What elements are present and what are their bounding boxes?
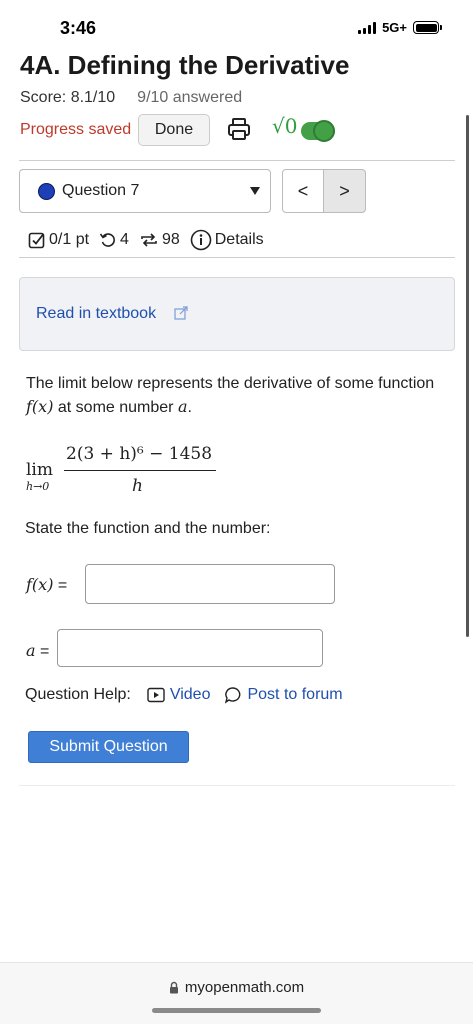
previous-question-button[interactable]: <: [282, 169, 324, 213]
battery-icon: [413, 21, 442, 34]
url-display[interactable]: myopenmath.com: [0, 979, 473, 996]
status-time: 3:46: [60, 18, 97, 38]
question-details-row: 0/1 pt 4 98 Details: [28, 229, 274, 251]
question-help-label: Question Help:: [25, 686, 131, 703]
a-label: a =: [26, 641, 50, 660]
limit-expression: lim h→0 2(3 + h)⁶ − 1458 h: [24, 442, 224, 502]
assignment-title: 4A. Defining the Derivative: [20, 50, 350, 80]
answered-count: 9/10 answered: [137, 89, 243, 106]
fx-label: f(x) =: [26, 575, 68, 594]
lim-subscript: h→0: [26, 480, 50, 493]
retries-count: 4: [120, 231, 129, 248]
score-text: Score: 8.1/10: [20, 89, 116, 106]
url-text: myopenmath.com: [184, 979, 305, 996]
fraction-bar: [64, 470, 216, 471]
info-icon: [190, 229, 212, 251]
status-indicators: 5G+: [358, 20, 442, 35]
details-link[interactable]: Details: [190, 229, 264, 251]
math-toggle[interactable]: [301, 120, 335, 142]
signal-icon: [358, 21, 377, 34]
status-bar: 3:46 5G+: [0, 0, 473, 52]
scrollbar[interactable]: [466, 115, 469, 637]
external-link-icon: [174, 306, 188, 320]
video-link[interactable]: Video: [147, 686, 210, 704]
details-label: Details: [214, 231, 264, 248]
a-answer-input[interactable]: [57, 629, 323, 667]
home-indicator[interactable]: [152, 1008, 321, 1013]
question-prompt: The limit below represents the derivativ…: [26, 375, 435, 416]
browser-address-bar[interactable]: myopenmath.com: [0, 962, 473, 1024]
lock-icon: [169, 981, 178, 994]
next-question-button[interactable]: >: [324, 169, 366, 213]
question-select[interactable]: Question 7: [19, 169, 271, 213]
fx-answer-input[interactable]: [85, 564, 335, 604]
submit-question-button[interactable]: Submit Question: [28, 731, 189, 763]
points-item: 0/1 pt: [28, 231, 89, 249]
question-status-dot: [38, 183, 55, 200]
lim-text: lim: [26, 460, 53, 480]
score-line: Score: 8.1/10 9/10 answered: [20, 89, 242, 107]
printer-icon[interactable]: [226, 116, 252, 142]
network-label: 5G+: [382, 20, 407, 35]
chevron-down-icon: [250, 187, 260, 195]
points-text: 0/1 pt: [49, 231, 90, 248]
retries-item: 4: [99, 231, 129, 249]
divider: [19, 785, 455, 786]
retry-icon: [99, 233, 115, 247]
submissions-count: 98: [161, 231, 180, 248]
video-icon: [147, 687, 165, 703]
progress-saved-status: Progress saved: [20, 121, 132, 138]
repeat-icon: [141, 233, 157, 247]
submissions-item: 98: [139, 231, 180, 249]
done-button[interactable]: Done: [138, 114, 210, 146]
fraction-denominator: h: [132, 476, 143, 496]
divider: [19, 257, 455, 258]
checkbox-icon: [28, 232, 45, 249]
instruction-text: State the function and the number:: [25, 520, 271, 537]
divider: [19, 160, 455, 161]
toggle-knob: [313, 120, 335, 142]
textbook-panel: Read in textbook: [19, 277, 455, 351]
read-in-textbook-link[interactable]: Read in textbook: [36, 305, 156, 323]
question-help-row: Question Help: Video Post to forum: [25, 686, 357, 704]
post-to-forum-link[interactable]: Post to forum: [224, 686, 343, 704]
question-select-label: Question 7: [62, 182, 140, 199]
math-entry-icon[interactable]: √0: [272, 114, 297, 138]
chat-bubble-icon: [225, 687, 241, 704]
fraction-numerator: 2(3 + h)⁶ − 1458: [66, 444, 213, 464]
